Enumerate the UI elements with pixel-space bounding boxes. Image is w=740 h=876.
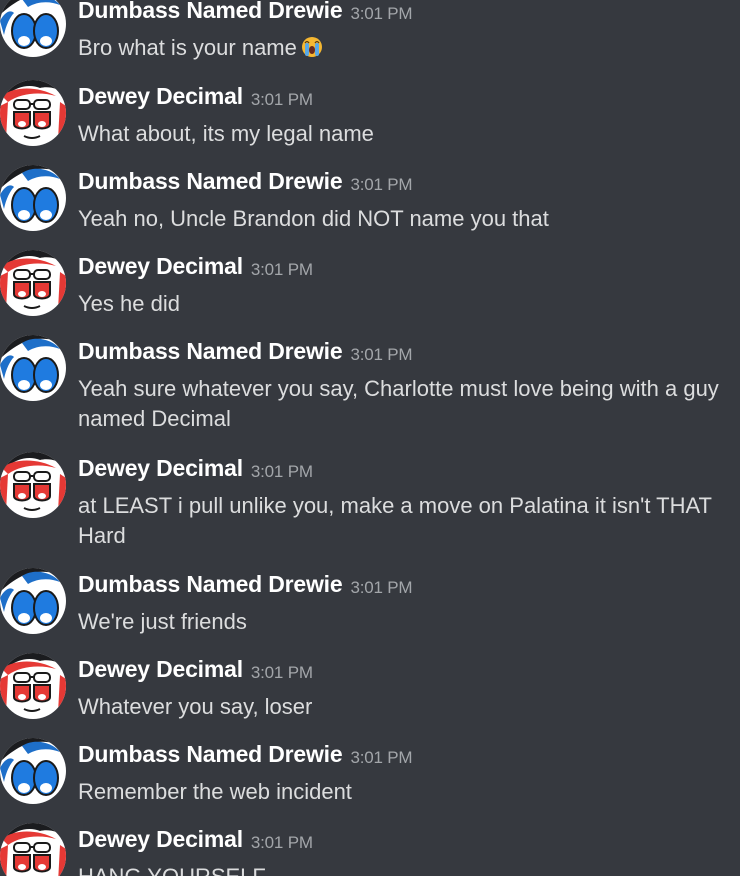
author-name[interactable]: Dumbass Named Drewie	[78, 168, 343, 194]
drewie-avatar[interactable]	[0, 165, 66, 231]
message: Dumbass Named Drewie 3:01 PM Yeah sure wh…	[0, 338, 740, 448]
message: Dumbass Named Drewie 3:01 PM Yeah no, Unc…	[0, 168, 740, 248]
dewey-avatar[interactable]	[0, 653, 66, 719]
dewey-avatar[interactable]	[0, 80, 66, 146]
timestamp: 3:01 PM	[350, 4, 413, 23]
author-name[interactable]: Dumbass Named Drewie	[78, 338, 343, 364]
timestamp: 3:01 PM	[350, 345, 413, 364]
message-text: Yeah sure whatever you say, Charlotte mu…	[78, 376, 719, 431]
message-text: What about, its my legal name	[78, 121, 374, 146]
message-text: Yeah no, Uncle Brandon did NOT name you …	[78, 206, 549, 231]
dewey-avatar[interactable]	[0, 452, 66, 518]
message: Dewey Decimal 3:01 PM HANG YOURSELF	[0, 826, 740, 876]
message: Dewey Decimal 3:01 PM Whatever you say, l…	[0, 656, 740, 736]
timestamp: 3:01 PM	[350, 748, 413, 767]
message: Dewey Decimal 3:01 PM Yes he did	[0, 253, 740, 333]
author-name[interactable]: Dewey Decimal	[78, 826, 243, 852]
author-name[interactable]: Dewey Decimal	[78, 656, 243, 682]
dewey-avatar[interactable]	[0, 250, 66, 316]
message: Dumbass Named Drewie 3:01 PM We're just f…	[0, 571, 740, 651]
crying-emoji-icon	[301, 36, 323, 58]
author-name[interactable]: Dewey Decimal	[78, 83, 243, 109]
timestamp: 3:01 PM	[250, 663, 313, 682]
message: Dumbass Named Drewie 3:01 PM Bro what is …	[0, 0, 740, 77]
dewey-avatar[interactable]	[0, 823, 66, 876]
message-text: Bro what is your name	[78, 35, 297, 60]
timestamp: 3:01 PM	[250, 833, 313, 852]
message: Dewey Decimal 3:01 PM at LEAST i pull unl…	[0, 455, 740, 565]
message: Dumbass Named Drewie 3:01 PM Remember the…	[0, 741, 740, 821]
message-text: HANG YOURSELF	[78, 862, 733, 876]
author-name[interactable]: Dumbass Named Drewie	[78, 571, 343, 597]
message-text: Yes he did	[78, 291, 180, 316]
message-text: at LEAST i pull unlike you, make a move …	[78, 493, 712, 548]
timestamp: 3:01 PM	[350, 578, 413, 597]
drewie-avatar[interactable]	[0, 0, 66, 57]
message-text: Whatever you say, loser	[78, 694, 313, 719]
author-name[interactable]: Dumbass Named Drewie	[78, 0, 343, 23]
author-name[interactable]: Dumbass Named Drewie	[78, 741, 343, 767]
chat-message-list: Dumbass Named Drewie 3:01 PM Bro what is …	[0, 0, 740, 876]
timestamp: 3:01 PM	[250, 90, 313, 109]
drewie-avatar[interactable]	[0, 568, 66, 634]
drewie-avatar[interactable]	[0, 738, 66, 804]
timestamp: 3:01 PM	[250, 260, 313, 279]
author-name[interactable]: Dewey Decimal	[78, 253, 243, 279]
drewie-avatar[interactable]	[0, 335, 66, 401]
timestamp: 3:01 PM	[250, 462, 313, 481]
message-text: We're just friends	[78, 609, 247, 634]
message: Dewey Decimal 3:01 PM What about, its my …	[0, 83, 740, 163]
timestamp: 3:01 PM	[350, 175, 413, 194]
author-name[interactable]: Dewey Decimal	[78, 455, 243, 481]
message-text: Remember the web incident	[78, 779, 352, 804]
